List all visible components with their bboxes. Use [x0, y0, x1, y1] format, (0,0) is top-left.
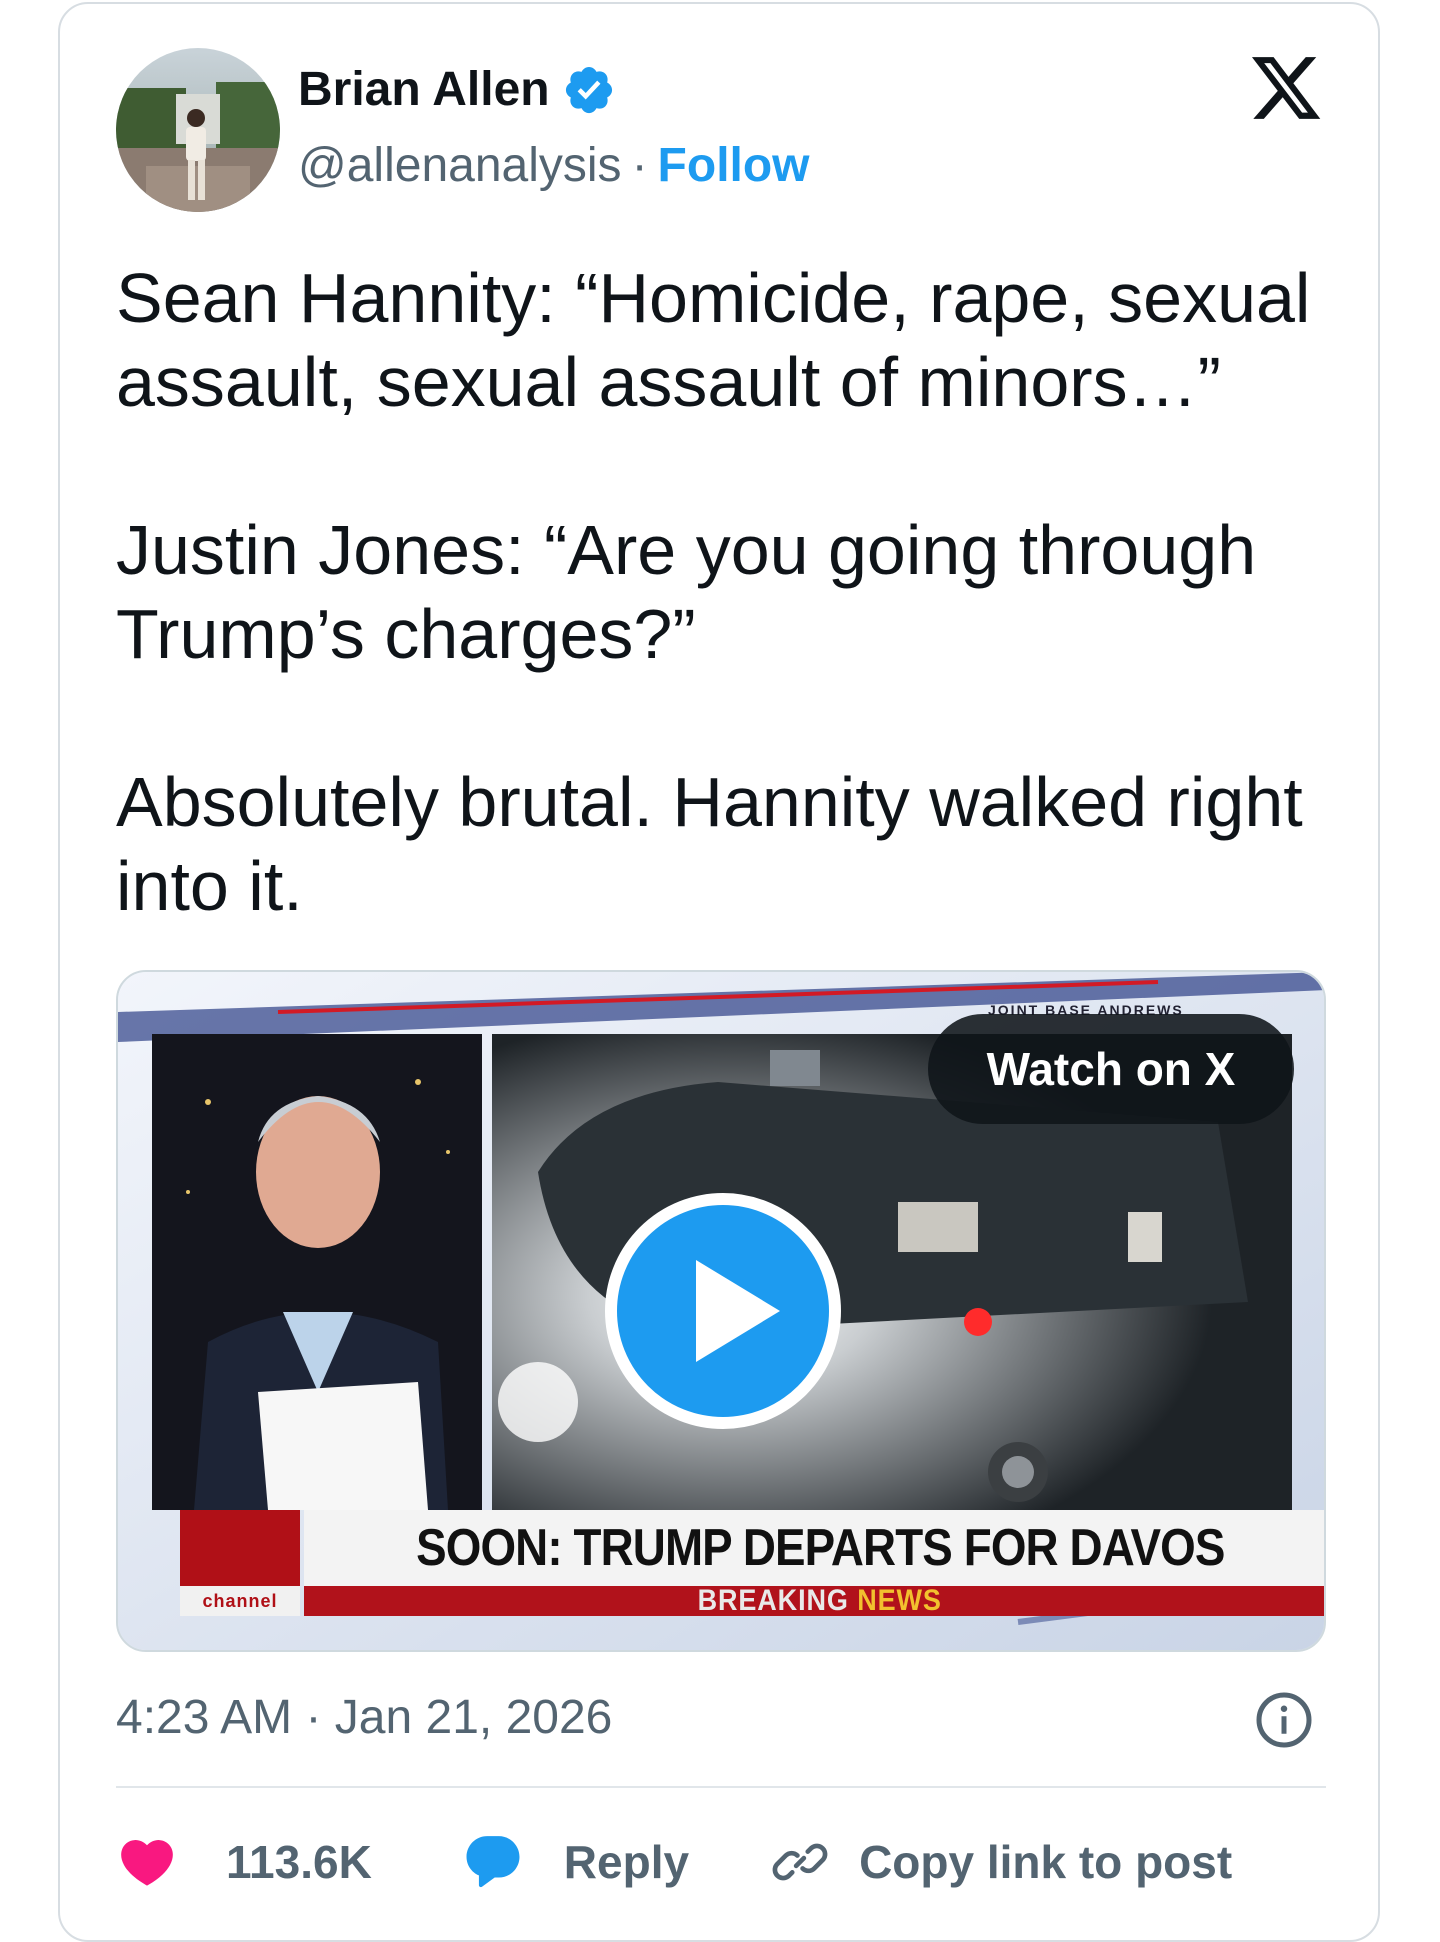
reply-label: Reply	[563, 1836, 690, 1888]
tweet-paragraph: Justin Jones: “Are you going through Tru…	[116, 511, 1257, 673]
breaking-news-text: BREAKING NEWS	[698, 1586, 942, 1616]
divider	[116, 1786, 1326, 1788]
info-icon[interactable]	[1254, 1690, 1314, 1750]
like-button[interactable]: 113.6K	[116, 1831, 372, 1893]
video-thumbnail[interactable]: JOINT BASE ANDREWS Watch on X channel SO…	[116, 970, 1326, 1652]
verified-badge-icon	[565, 66, 612, 114]
post-time[interactable]: 4:23 AM	[116, 1691, 292, 1744]
tweet-text: Sean Hannity: “Homicide, rape, sexual as…	[116, 256, 1346, 928]
heart-icon	[121, 1840, 173, 1886]
action-bar: 113.6K Reply Copy link to post	[116, 1826, 1232, 1898]
breaking-word: BREAKING	[697, 1584, 850, 1617]
tweet-paragraph: Absolutely brutal. Hannity walked right …	[116, 763, 1303, 925]
watch-on-x-button[interactable]: Watch on X	[928, 1014, 1294, 1124]
author-handle[interactable]: @allenanalysis	[298, 136, 622, 196]
copy-link-button[interactable]: Copy link to post	[769, 1831, 1232, 1893]
reply-bubble-icon	[466, 1836, 520, 1888]
follow-button[interactable]: Follow	[658, 136, 810, 196]
separator: ·	[305, 1691, 322, 1744]
reply-button[interactable]: Reply	[462, 1831, 689, 1893]
news-word: NEWS	[857, 1584, 943, 1617]
headline-banner: SOON: TRUMP DEPARTS FOR DAVOS	[304, 1510, 1324, 1586]
like-count: 113.6K	[226, 1836, 372, 1888]
headline-text: SOON: TRUMP DEPARTS FOR DAVOS	[415, 1519, 1225, 1577]
post-date[interactable]: Jan 21, 2026	[335, 1691, 613, 1744]
channel-label: channel	[180, 1586, 300, 1616]
author-name[interactable]: Brian Allen	[298, 60, 550, 120]
post-timestamp[interactable]: 4:23 AM · Jan 21, 2026	[116, 1688, 612, 1748]
handle-row: @allenanalysis · Follow	[298, 136, 810, 196]
x-logo-icon[interactable]	[1246, 50, 1326, 126]
breaking-news-bar: BREAKING NEWS	[304, 1586, 1324, 1616]
copy-link-label: Copy link to post	[859, 1836, 1233, 1888]
separator: ·	[631, 139, 648, 192]
avatar[interactable]	[116, 48, 280, 212]
play-icon[interactable]	[604, 1192, 842, 1430]
link-icon	[772, 1843, 828, 1881]
author-name-row[interactable]: Brian Allen	[298, 60, 616, 120]
tweet-paragraph: Sean Hannity: “Homicide, rape, sexual as…	[116, 259, 1311, 421]
